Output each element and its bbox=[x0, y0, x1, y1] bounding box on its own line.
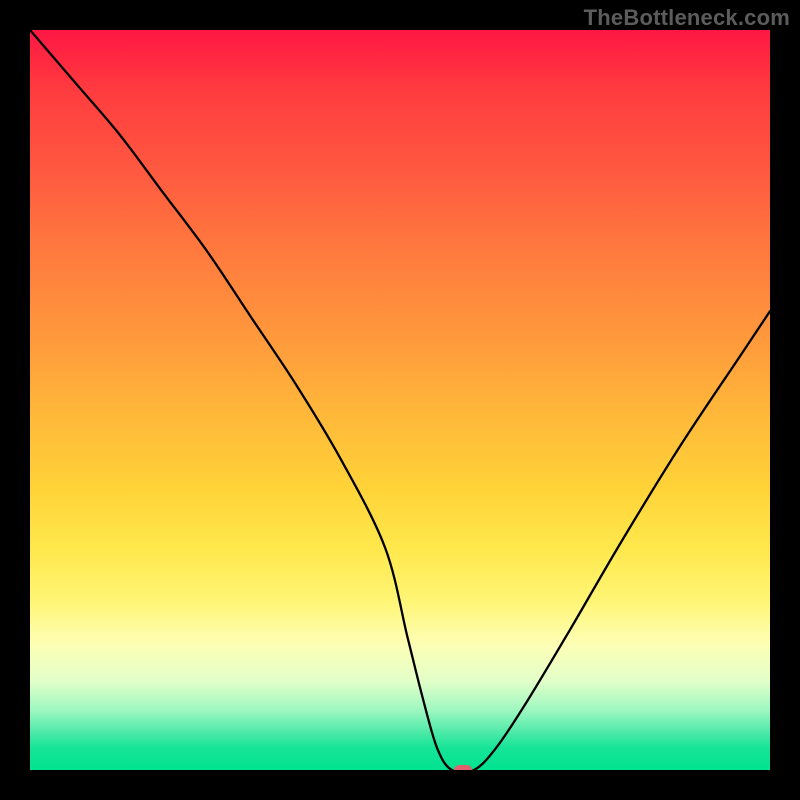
watermark-text: TheBottleneck.com bbox=[584, 5, 790, 31]
minimum-marker bbox=[454, 765, 472, 770]
bottleneck-curve bbox=[30, 30, 770, 770]
plot-area bbox=[30, 30, 770, 770]
chart-frame: TheBottleneck.com bbox=[0, 0, 800, 800]
